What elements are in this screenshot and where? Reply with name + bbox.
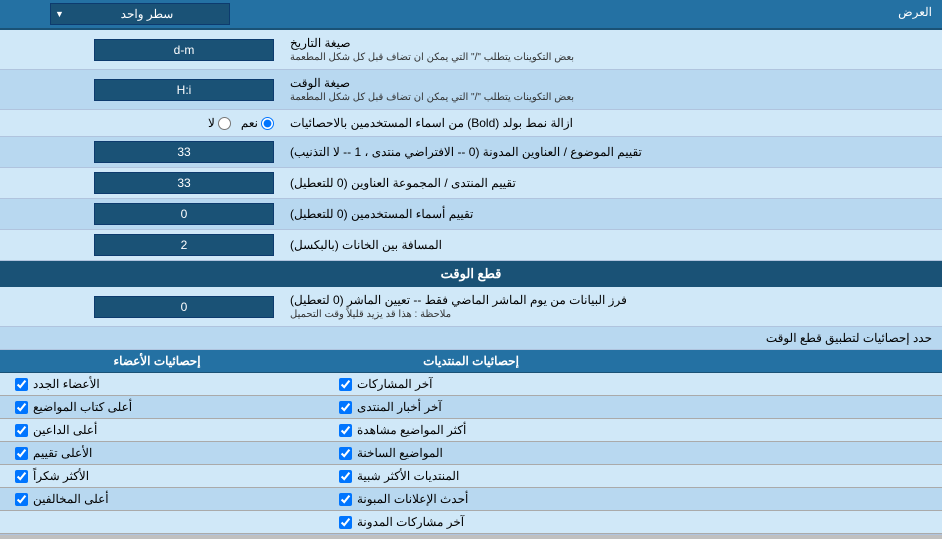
header-forum-stats: إحصائيات المنتديات bbox=[314, 354, 628, 368]
checkbox-member-3[interactable] bbox=[15, 447, 28, 460]
order-users-label: تقييم أسماء المستخدمين (0 للتعطيل) bbox=[280, 199, 942, 229]
member-col-0: الأعضاء الجدد bbox=[0, 375, 324, 393]
header-label: العرض bbox=[280, 0, 942, 28]
radio-no-label[interactable]: لا bbox=[208, 116, 231, 130]
empty-col-1 bbox=[648, 398, 942, 416]
member-col-6 bbox=[0, 513, 324, 531]
checkbox-row-0: آخر المشاركات الأعضاء الجدد bbox=[0, 373, 942, 396]
checkbox-forum-1[interactable] bbox=[339, 401, 352, 414]
forum-col-3: المواضيع الساخنة bbox=[324, 444, 648, 462]
order-topics-input-cell bbox=[0, 137, 280, 167]
checkbox-row-1: آخر أخبار المنتدى أعلى كتاب المواضيع bbox=[0, 396, 942, 419]
empty-col-4 bbox=[648, 467, 942, 485]
checkbox-forum-5[interactable] bbox=[339, 493, 352, 506]
gap-entries-input[interactable] bbox=[94, 234, 274, 256]
checkbox-forum-2[interactable] bbox=[339, 424, 352, 437]
order-forum-input-cell bbox=[0, 168, 280, 198]
time-format-label: صيغة الوقت بعض التكوينات يتطلب "/" التي … bbox=[280, 70, 942, 109]
date-format-input-cell bbox=[0, 30, 280, 69]
member-col-3: الأعلى تقييم bbox=[0, 444, 324, 462]
cutoff-label: فرز البيانات من يوم الماشر الماضي فقط --… bbox=[280, 287, 942, 326]
checkbox-member-4[interactable] bbox=[15, 470, 28, 483]
radio-yes-label[interactable]: نعم bbox=[241, 116, 274, 130]
checkboxes-section: حدد إحصائيات لتطبيق قطع الوقت إحصائيات ا… bbox=[0, 327, 942, 535]
time-format-input[interactable] bbox=[94, 79, 274, 101]
section-cutoff-header: قطع الوقت bbox=[0, 261, 942, 287]
member-col-4: الأكثر شكراً bbox=[0, 467, 324, 485]
checkbox-forum-0[interactable] bbox=[339, 378, 352, 391]
checkbox-forum-3[interactable] bbox=[339, 447, 352, 460]
checkboxes-header: إحصائيات المنتديات إحصائيات الأعضاء bbox=[0, 350, 942, 373]
empty-col-3 bbox=[648, 444, 942, 462]
display-select[interactable]: سطر واحد سطرين ثلاثة أسطر bbox=[50, 3, 230, 25]
checkbox-forum-6[interactable] bbox=[339, 516, 352, 529]
bold-remove-label: ازالة نمط بولد (Bold) من اسماء المستخدمي… bbox=[280, 110, 942, 136]
order-users-input[interactable] bbox=[94, 203, 274, 225]
order-forum-label: تقييم المنتدى / المجموعة العناوين (0 للت… bbox=[280, 168, 942, 198]
radio-no-input[interactable] bbox=[218, 117, 231, 130]
empty-col-5 bbox=[648, 490, 942, 508]
checkbox-row-4: المنتديات الأكثر شبية الأكثر شكراً bbox=[0, 465, 942, 488]
order-topics-input[interactable] bbox=[94, 141, 274, 163]
cutoff-input[interactable] bbox=[94, 296, 274, 318]
empty-col-0 bbox=[648, 375, 942, 393]
empty-col-6 bbox=[648, 513, 942, 531]
forum-col-1: آخر أخبار المنتدى bbox=[324, 398, 648, 416]
gap-entries-label: المسافة بين الخانات (بالبكسل) bbox=[280, 230, 942, 260]
display-select-cell: سطر واحد سطرين ثلاثة أسطر bbox=[0, 0, 280, 28]
member-col-1: أعلى كتاب المواضيع bbox=[0, 398, 324, 416]
forum-col-5: أحدث الإعلانات المبونة bbox=[324, 490, 648, 508]
checkbox-row-6: آخر مشاركات المدونة bbox=[0, 511, 942, 534]
radio-yes-input[interactable] bbox=[261, 117, 274, 130]
checkbox-row-3: المواضيع الساخنة الأعلى تقييم bbox=[0, 442, 942, 465]
limit-row: حدد إحصائيات لتطبيق قطع الوقت bbox=[0, 327, 942, 350]
date-format-input[interactable] bbox=[94, 39, 274, 61]
bold-remove-radio-group: نعم لا bbox=[208, 116, 274, 130]
member-col-2: أعلى الداعين bbox=[0, 421, 324, 439]
gap-entries-input-cell bbox=[0, 230, 280, 260]
cutoff-input-cell bbox=[0, 287, 280, 326]
limit-label: حدد إحصائيات لتطبيق قطع الوقت bbox=[10, 331, 932, 345]
checkbox-row-2: أكثر المواضيع مشاهدة أعلى الداعين bbox=[0, 419, 942, 442]
checkbox-member-1[interactable] bbox=[15, 401, 28, 414]
order-topics-label: تقييم الموضوع / العناوين المدونة (0 -- ا… bbox=[280, 137, 942, 167]
forum-col-4: المنتديات الأكثر شبية bbox=[324, 467, 648, 485]
header-empty-col bbox=[628, 354, 942, 368]
forum-col-6: آخر مشاركات المدونة bbox=[324, 513, 648, 531]
checkbox-forum-4[interactable] bbox=[339, 470, 352, 483]
forum-col-0: آخر المشاركات bbox=[324, 375, 648, 393]
order-forum-input[interactable] bbox=[94, 172, 274, 194]
checkbox-member-5[interactable] bbox=[15, 493, 28, 506]
date-format-label: صيغة التاريخ بعض التكوينات يتطلب "/" الت… bbox=[280, 30, 942, 69]
header-member-stats: إحصائيات الأعضاء bbox=[0, 354, 314, 368]
time-format-input-cell bbox=[0, 70, 280, 109]
empty-col-2 bbox=[648, 421, 942, 439]
checkbox-member-0[interactable] bbox=[15, 378, 28, 391]
order-users-input-cell bbox=[0, 199, 280, 229]
forum-col-2: أكثر المواضيع مشاهدة bbox=[324, 421, 648, 439]
checkbox-row-5: أحدث الإعلانات المبونة أعلى المخالفين bbox=[0, 488, 942, 511]
checkbox-member-2[interactable] bbox=[15, 424, 28, 437]
bold-remove-input-cell: نعم لا bbox=[0, 110, 280, 136]
member-col-5: أعلى المخالفين bbox=[0, 490, 324, 508]
